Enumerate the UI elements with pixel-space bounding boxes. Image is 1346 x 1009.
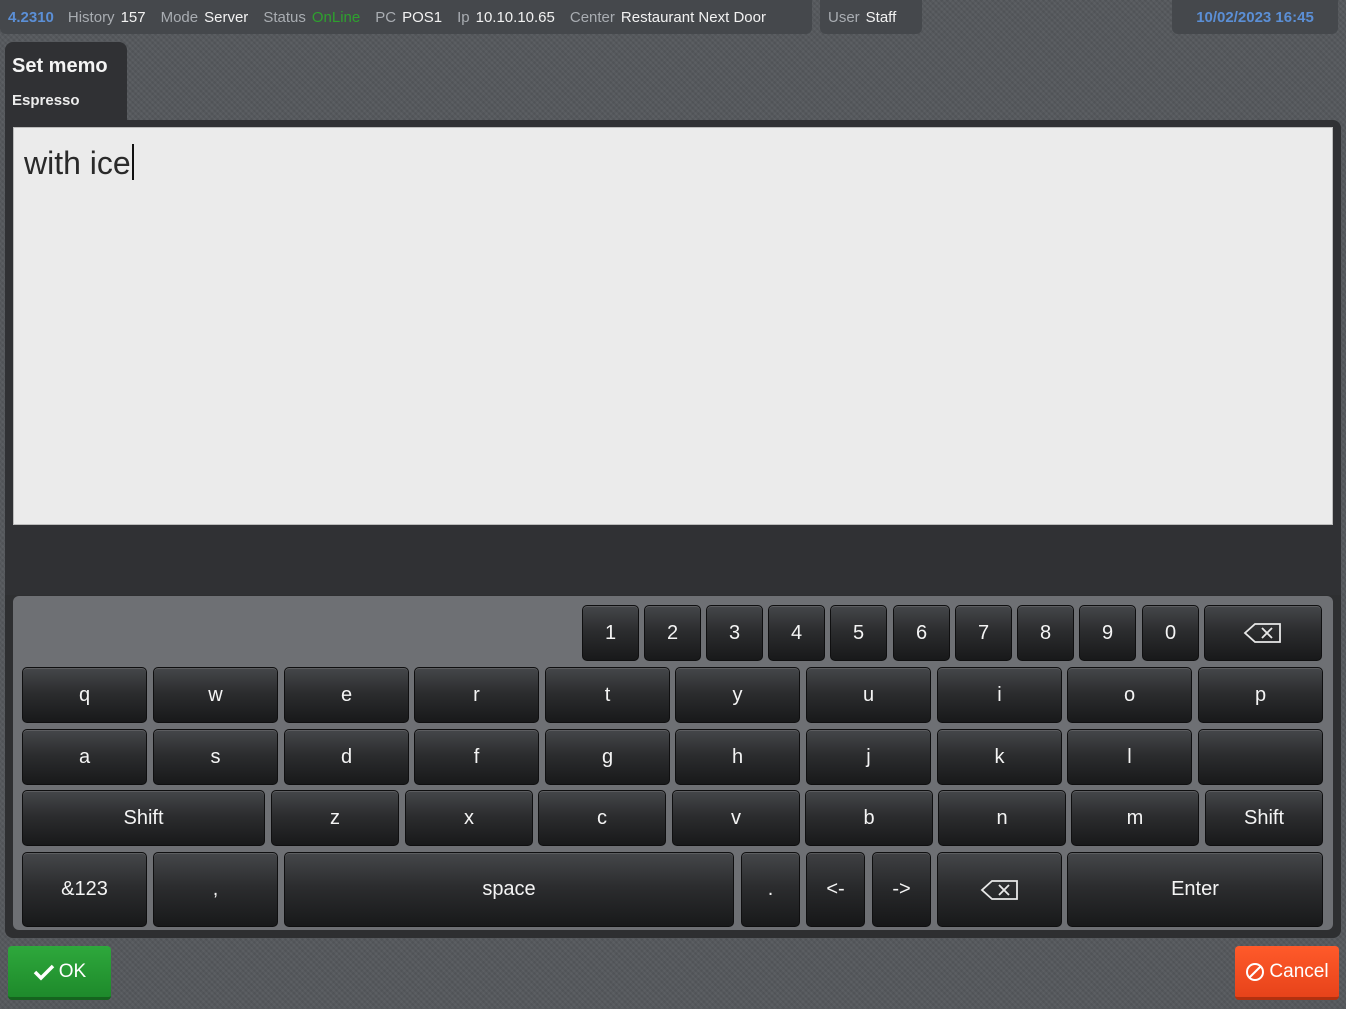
- key-s[interactable]: s: [153, 729, 278, 785]
- checkmark-icon: [33, 963, 55, 981]
- status-info-group: 4.2310 History 157 Mode Server Status On…: [0, 0, 812, 34]
- key-j[interactable]: j: [806, 729, 931, 785]
- key-v[interactable]: v: [672, 790, 800, 846]
- status-label: Status: [263, 8, 306, 26]
- status-value: OnLine: [311, 8, 361, 26]
- key-blank[interactable]: [1198, 729, 1323, 785]
- center-value: Restaurant Next Door: [620, 8, 766, 26]
- shift-right-key[interactable]: Shift: [1205, 790, 1323, 846]
- key-c[interactable]: c: [538, 790, 666, 846]
- key-g[interactable]: g: [545, 729, 670, 785]
- keyboard-body: 1 2 3 4 5 6 7 8 9 0 q w e r t y u i o p …: [13, 596, 1333, 930]
- dialog-title-tab: Set memo Espresso: [5, 42, 127, 132]
- right-arrow-key[interactable]: ->: [872, 852, 931, 927]
- key-d[interactable]: d: [284, 729, 409, 785]
- key-0[interactable]: 0: [1142, 605, 1199, 661]
- key-7[interactable]: 7: [955, 605, 1012, 661]
- user-value: Staff: [865, 8, 897, 26]
- key-a[interactable]: a: [22, 729, 147, 785]
- symbols-key[interactable]: &123: [22, 852, 147, 927]
- key-n[interactable]: n: [938, 790, 1066, 846]
- key-z[interactable]: z: [271, 790, 399, 846]
- key-3[interactable]: 3: [706, 605, 763, 661]
- pc-value: POS1: [402, 8, 443, 26]
- period-key[interactable]: .: [741, 852, 800, 927]
- dialog-subtitle: Espresso: [12, 92, 80, 109]
- ip-label: Ip: [457, 8, 470, 26]
- key-w[interactable]: w: [153, 667, 278, 723]
- key-h[interactable]: h: [675, 729, 800, 785]
- key-b[interactable]: b: [805, 790, 933, 846]
- datetime: 10/02/2023 16:45: [1196, 8, 1314, 26]
- comma-key[interactable]: ,: [153, 852, 278, 927]
- status-bar: 4.2310 History 157 Mode Server Status On…: [0, 0, 1346, 34]
- key-6[interactable]: 6: [893, 605, 950, 661]
- shift-left-key[interactable]: Shift: [22, 790, 265, 846]
- history-label: History: [67, 8, 115, 26]
- key-x[interactable]: x: [405, 790, 533, 846]
- key-4[interactable]: 4: [768, 605, 825, 661]
- key-2[interactable]: 2: [644, 605, 701, 661]
- key-r[interactable]: r: [414, 667, 539, 723]
- key-q[interactable]: q: [22, 667, 147, 723]
- user-label: User: [828, 8, 860, 26]
- center-label: Center: [569, 8, 615, 26]
- enter-key[interactable]: Enter: [1067, 852, 1323, 927]
- pc-label: PC: [375, 8, 397, 26]
- key-m[interactable]: m: [1071, 790, 1199, 846]
- key-8[interactable]: 8: [1017, 605, 1074, 661]
- history-value: 157: [120, 8, 146, 26]
- ok-button[interactable]: OK: [8, 946, 111, 1000]
- cancel-button[interactable]: Cancel: [1235, 946, 1339, 1000]
- memo-textarea[interactable]: with ice: [13, 127, 1333, 525]
- status-user-group: User Staff: [820, 0, 922, 34]
- ok-label: OK: [58, 960, 87, 982]
- version-label: 4.2310: [8, 8, 54, 26]
- memo-text: with ice: [24, 145, 131, 181]
- key-1[interactable]: 1: [582, 605, 639, 661]
- text-caret: [131, 144, 134, 180]
- key-o[interactable]: o: [1067, 667, 1192, 723]
- ip-value: 10.10.10.65: [475, 8, 555, 26]
- key-t[interactable]: t: [545, 667, 670, 723]
- left-arrow-key[interactable]: <-: [806, 852, 865, 927]
- mode-value: Server: [204, 8, 249, 26]
- memo-panel: with ice: [5, 120, 1341, 600]
- key-9[interactable]: 9: [1079, 605, 1136, 661]
- backspace-key-bottom[interactable]: [937, 852, 1062, 927]
- dialog-title: Set memo: [12, 55, 108, 77]
- on-screen-keyboard: 1 2 3 4 5 6 7 8 9 0 q w e r t y u i o p …: [5, 595, 1341, 938]
- mode-label: Mode: [160, 8, 199, 26]
- cancel-label: Cancel: [1269, 960, 1329, 982]
- key-k[interactable]: k: [937, 729, 1062, 785]
- backspace-icon: [980, 879, 1020, 901]
- key-l[interactable]: l: [1067, 729, 1192, 785]
- key-u[interactable]: u: [806, 667, 931, 723]
- key-f[interactable]: f: [414, 729, 539, 785]
- key-5[interactable]: 5: [830, 605, 887, 661]
- space-key[interactable]: space: [284, 852, 734, 927]
- key-p[interactable]: p: [1198, 667, 1323, 723]
- key-y[interactable]: y: [675, 667, 800, 723]
- key-i[interactable]: i: [937, 667, 1062, 723]
- backspace-key-top[interactable]: [1204, 605, 1322, 661]
- backspace-icon: [1243, 622, 1283, 644]
- status-date-group: 10/02/2023 16:45: [1172, 0, 1338, 34]
- prohibited-icon: [1245, 962, 1265, 982]
- key-e[interactable]: e: [284, 667, 409, 723]
